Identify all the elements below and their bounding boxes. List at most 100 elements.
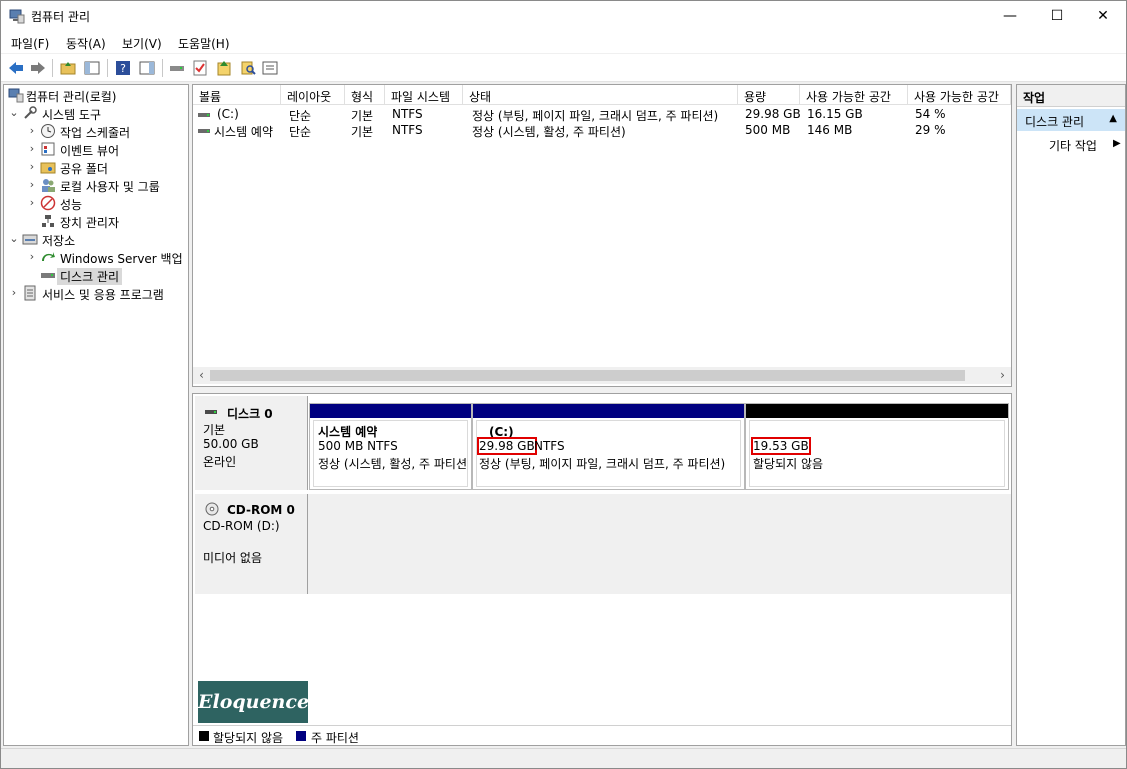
import-icon[interactable] <box>215 59 233 77</box>
tree-item-system-tools[interactable]: ⌄ 시스템 도구 <box>8 105 188 123</box>
cdrom-status: 미디어 없음 <box>203 551 263 565</box>
tree-label: 로컬 사용자 및 그룹 <box>60 180 160 194</box>
tree-item-device-manager[interactable]: 장치 관리자 <box>26 213 188 231</box>
chevron-down-icon[interactable]: ⌄ <box>8 106 20 119</box>
scroll-left-arrow-icon[interactable]: ‹ <box>193 367 210 384</box>
disk-name: 디스크 0 <box>227 407 273 421</box>
maximize-button[interactable]: ☐ <box>1034 1 1080 31</box>
partition-system-reserved[interactable]: 시스템 예약 500 MB NTFS 정상 (시스템, 활성, 주 파티션) <box>309 403 472 490</box>
disk-type: 기본 <box>203 423 226 437</box>
tree-item-event-viewer[interactable]: › 이벤트 뷰어 <box>26 141 188 159</box>
tree-label: Windows Server 백업 <box>60 252 183 266</box>
minimize-button[interactable]: — <box>987 1 1033 31</box>
back-arrow-icon[interactable] <box>7 59 25 77</box>
cdrom-name: CD-ROM 0 <box>227 503 295 517</box>
tree-item-storage[interactable]: ⌄ 저장소 <box>8 231 188 249</box>
partition-body: (C:) 29.98 GB NTFS 정상 (부팅, 페이지 파일, 크래시 덤… <box>476 420 741 487</box>
table-cell-filesystem: NTFS <box>392 107 423 121</box>
column-header-layout[interactable]: 레이아웃 <box>281 85 345 105</box>
partition-unallocated[interactable]: 19.53 GB 할당되지 않음 <box>745 403 1009 490</box>
actions-section-disk-management[interactable]: 디스크 관리 ▲ <box>1017 109 1125 131</box>
menu-bar: 파일(F) 동작(A) 보기(V) 도움말(H) <box>1 31 1126 53</box>
partition-name: 시스템 예약 <box>318 425 378 439</box>
column-header-type[interactable]: 형식 <box>345 85 385 105</box>
scroll-right-arrow-icon[interactable]: › <box>994 367 1011 384</box>
console-tree: 컴퓨터 관리(로컬) ⌄ 시스템 도구 › 작업 스케줄러 › 이벤트 뷰어 ›… <box>3 84 189 746</box>
tree-item-performance[interactable]: › 성능 <box>26 195 188 213</box>
menu-help[interactable]: 도움말(H) <box>178 35 230 52</box>
table-cell-layout: 단순 <box>289 109 312 123</box>
table-cell-layout: 단순 <box>289 125 312 139</box>
tree-label: 시스템 도구 <box>42 108 102 122</box>
partition-size: 500 MB NTFS <box>318 439 398 453</box>
forward-arrow-icon[interactable] <box>29 59 47 77</box>
tree-item-root[interactable]: 컴퓨터 관리(로컬) <box>4 87 188 105</box>
column-header-capacity[interactable]: 용량 <box>738 85 800 105</box>
disk-0-label[interactable]: 디스크 0 기본 50.00 GB 온라인 <box>195 396 308 490</box>
check-icon[interactable] <box>191 59 209 77</box>
chevron-right-icon[interactable]: › <box>26 196 38 209</box>
show-hide-tree-icon[interactable] <box>83 59 101 77</box>
actions-pane: 작업 디스크 관리 ▲ 기타 작업 ▶ <box>1016 84 1126 746</box>
table-cell-free-space: 16.15 GB <box>807 107 863 121</box>
menu-file[interactable]: 파일(F) <box>11 35 49 52</box>
chevron-right-icon[interactable]: › <box>8 286 20 299</box>
partition-body: 시스템 예약 500 MB NTFS 정상 (시스템, 활성, 주 파티션) <box>313 420 468 487</box>
chevron-right-icon[interactable]: › <box>26 160 38 173</box>
legend: 할당되지 않음 주 파티션 <box>193 725 1011 745</box>
tree-item-task-scheduler[interactable]: › 작업 스케줄러 <box>26 123 188 141</box>
chevron-right-icon[interactable]: › <box>26 142 38 155</box>
table-cell-volume[interactable]: 시스템 예약 <box>214 123 281 139</box>
tree-item-disk-management[interactable]: 디스크 관리 <box>26 267 188 285</box>
column-header-filesystem[interactable]: 파일 시스템 <box>385 85 463 105</box>
tree-label: 저장소 <box>42 234 76 248</box>
show-hide-action-pane-icon[interactable] <box>138 59 156 77</box>
unallocated-status: 할당되지 않음 <box>753 457 824 471</box>
more-actions[interactable]: 기타 작업 ▶ <box>1049 137 1121 154</box>
tree-item-shared-folders[interactable]: › 공유 폴더 <box>26 159 188 177</box>
up-folder-icon[interactable] <box>59 59 77 77</box>
connect-disk-icon[interactable] <box>168 59 186 77</box>
cdrom-empty-area <box>308 494 1011 594</box>
collapse-up-icon[interactable]: ▲ <box>1109 113 1117 124</box>
column-header-status[interactable]: 상태 <box>463 85 738 105</box>
search-icon[interactable] <box>239 59 257 77</box>
clock-icon <box>41 124 55 138</box>
chevron-down-icon[interactable]: ⌄ <box>8 232 20 245</box>
chevron-right-icon[interactable]: › <box>26 178 38 191</box>
chevron-right-icon[interactable]: › <box>26 250 38 263</box>
legend-primary-label: 주 파티션 <box>311 731 359 745</box>
cdrom-0-label[interactable]: CD-ROM 0 CD-ROM (D:) 미디어 없음 <box>195 494 308 594</box>
properties-icon[interactable] <box>261 59 279 77</box>
tree-item-local-users[interactable]: › 로컬 사용자 및 그룹 <box>26 177 188 195</box>
toolbar-separator <box>162 59 163 77</box>
users-icon <box>42 179 55 192</box>
tree-item-windows-backup[interactable]: › Windows Server 백업 <box>26 249 188 267</box>
volume-list: 볼륨 레이아웃 형식 파일 시스템 상태 용량 사용 가능한 공간 사용 가능한… <box>192 84 1012 387</box>
title-bar: 컴퓨터 관리 — ☐ ✕ <box>1 1 1126 31</box>
horizontal-scrollbar[interactable]: ‹ › <box>193 367 1011 384</box>
scrollbar-thumb[interactable] <box>210 370 965 381</box>
column-header-volume[interactable]: 볼륨 <box>193 85 281 105</box>
help-icon[interactable]: ? <box>114 59 132 77</box>
toolbar-separator <box>107 59 108 77</box>
tools-icon <box>24 106 37 119</box>
partition-c[interactable]: (C:) 29.98 GB NTFS 정상 (부팅, 페이지 파일, 크래시 덤… <box>472 403 745 490</box>
toolbar-separator <box>52 59 53 77</box>
unallocated-bar <box>746 404 1008 418</box>
partition-size-highlighted: 29.98 GB <box>477 437 537 455</box>
chevron-right-icon[interactable]: › <box>26 124 38 137</box>
column-header-free-percent[interactable]: 사용 가능한 공간 <box>908 85 1011 105</box>
close-button[interactable]: ✕ <box>1080 1 1126 31</box>
tree-item-services[interactable]: › 서비스 및 응용 프로그램 <box>8 285 188 303</box>
primary-partition-bar <box>473 404 744 418</box>
tree-label: 이벤트 뷰어 <box>60 144 120 158</box>
table-cell-volume[interactable]: (C:) <box>217 107 281 123</box>
status-bar <box>1 748 1126 768</box>
menu-action[interactable]: 동작(A) <box>66 35 106 52</box>
menu-view[interactable]: 보기(V) <box>122 35 162 52</box>
submenu-arrow-icon: ▶ <box>1113 138 1121 149</box>
column-header-free-space[interactable]: 사용 가능한 공간 <box>800 85 908 105</box>
cd-rom-icon <box>205 502 219 516</box>
tree-label: 컴퓨터 관리(로컬) <box>26 90 117 104</box>
